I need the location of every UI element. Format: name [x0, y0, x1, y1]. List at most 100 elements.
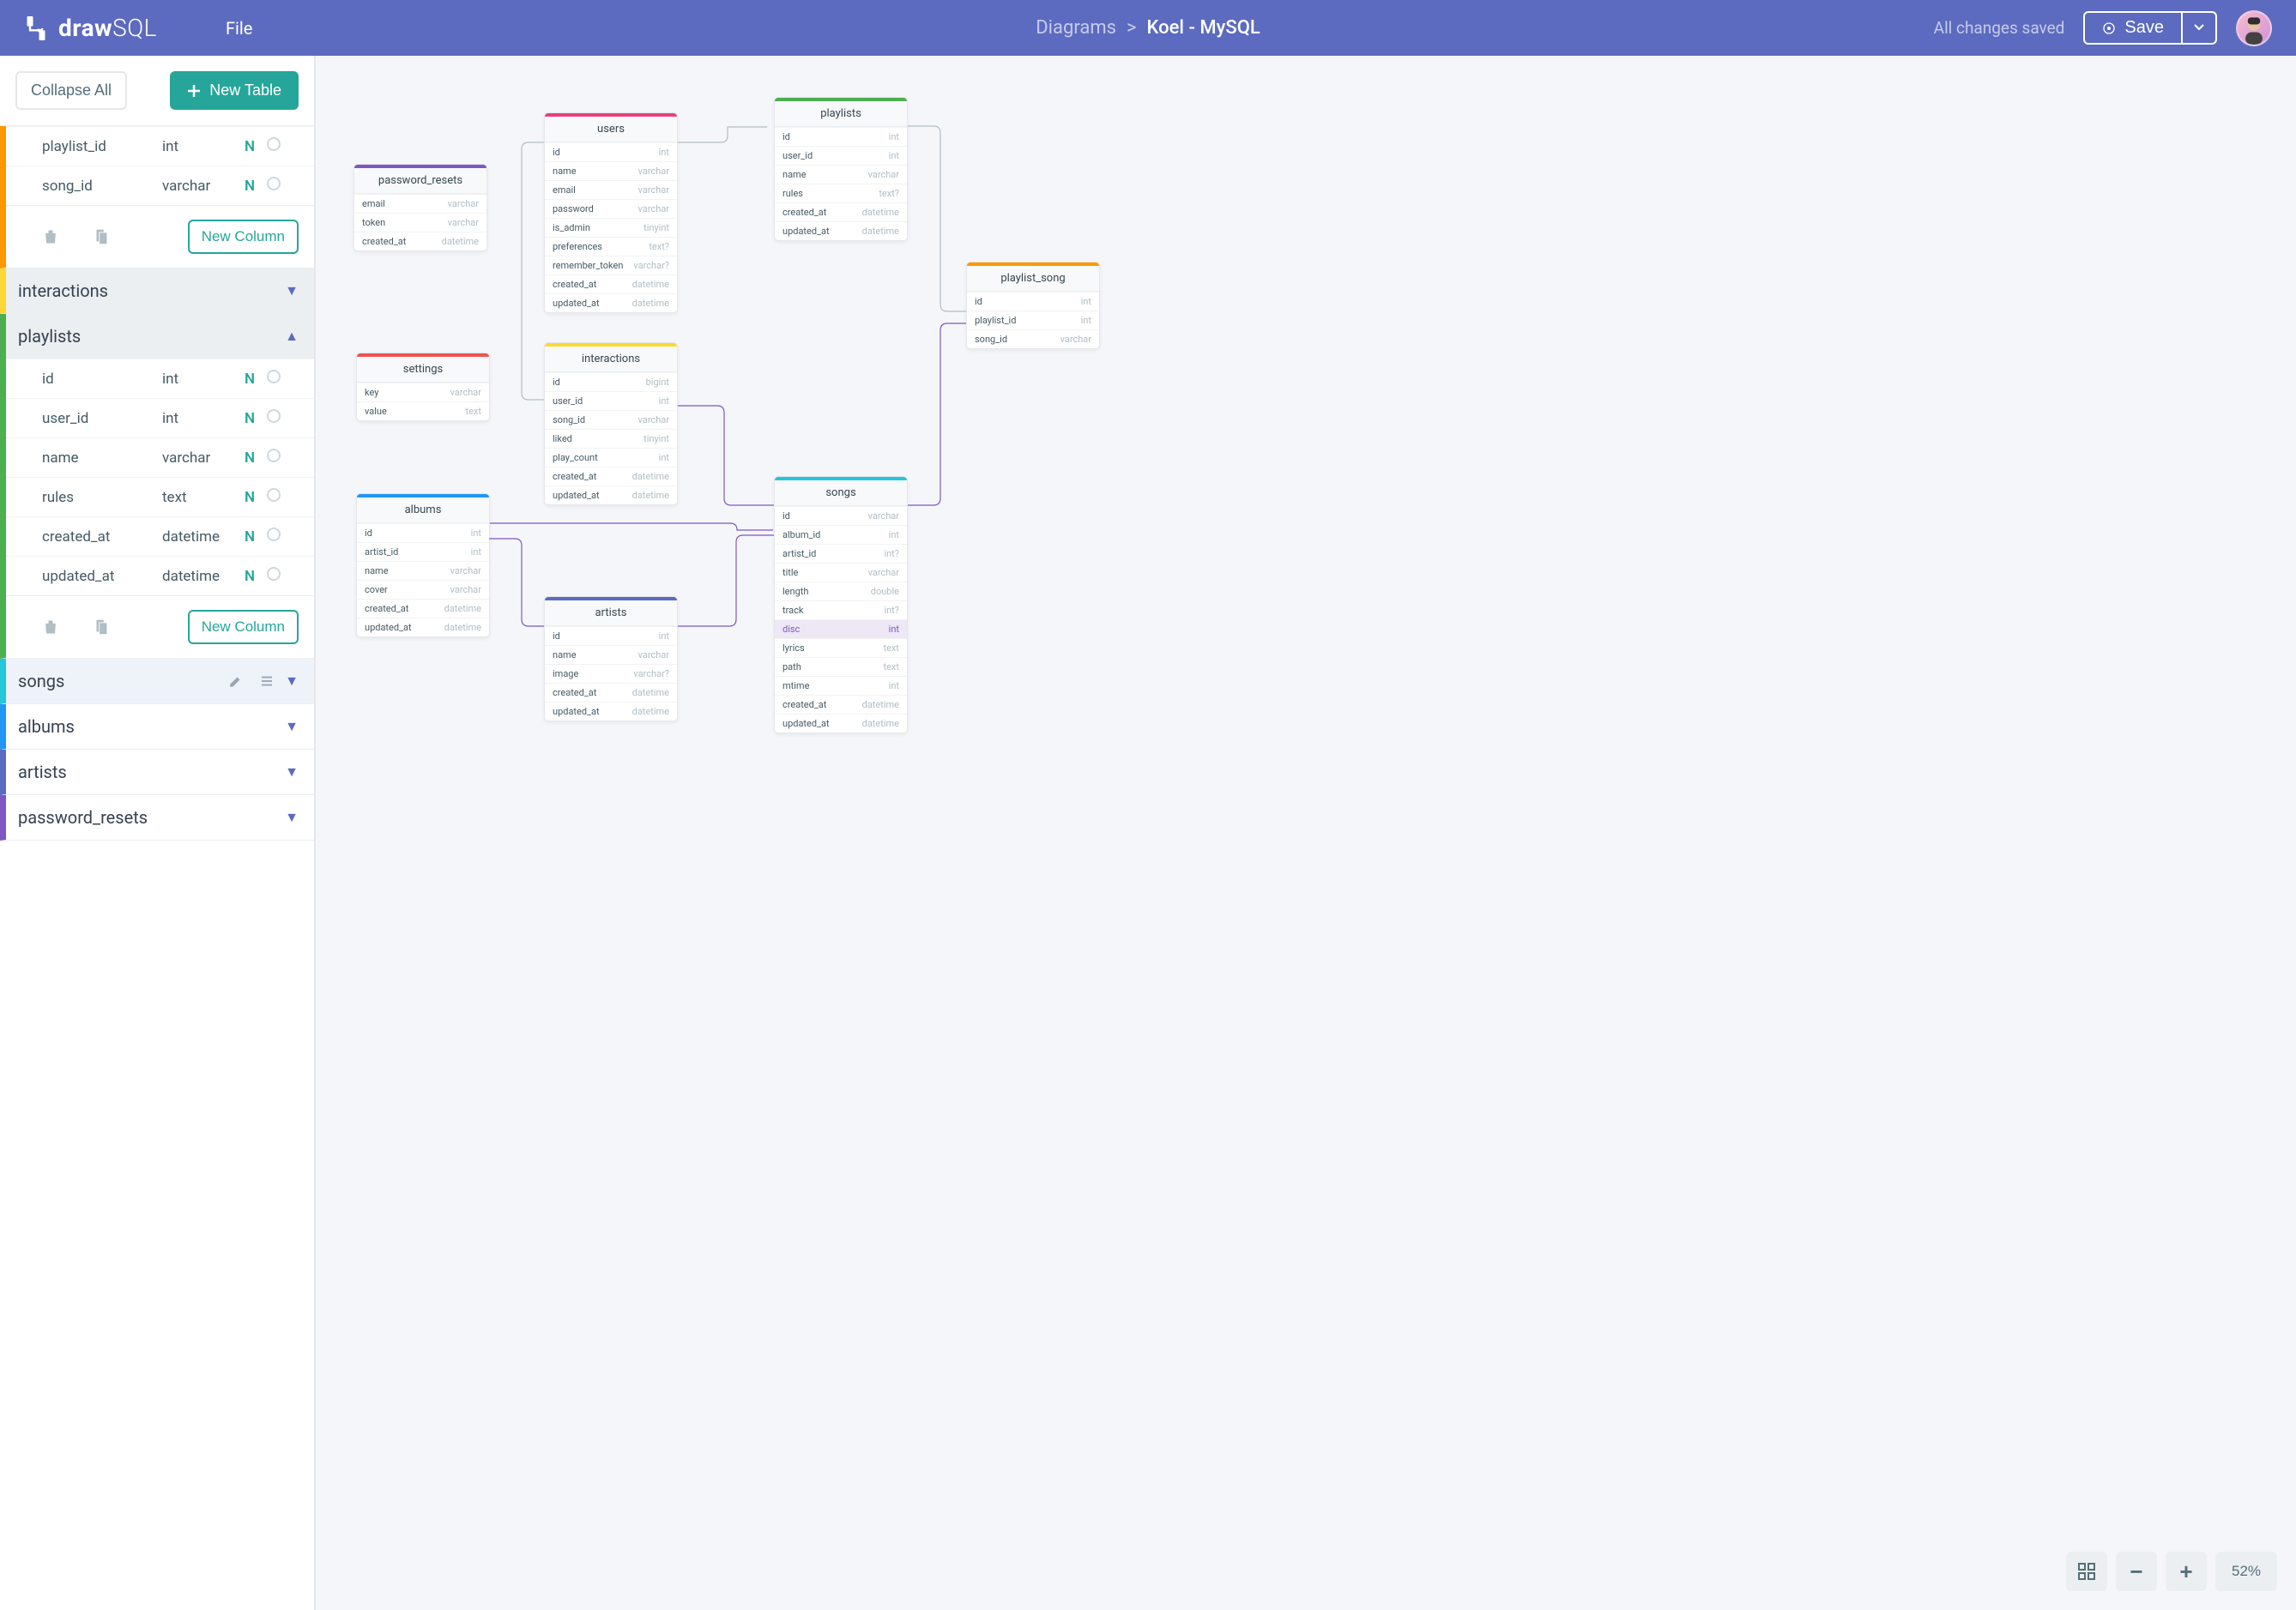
table-column[interactable]: emailvarchar — [545, 180, 677, 199]
zoom-out-button[interactable]: − — [2116, 1552, 2157, 1591]
table-column[interactable]: tokenvarchar — [354, 213, 486, 232]
column-row[interactable]: song_id varchar N — [6, 166, 314, 205]
table-playlists[interactable]: playlistsidintuser_idintnamevarcharrules… — [774, 97, 908, 241]
column-row[interactable]: updated_at datetime N — [6, 556, 314, 595]
column-row[interactable]: name varchar N — [6, 437, 314, 477]
table-name[interactable]: songs — [775, 480, 907, 506]
table-column[interactable]: mtimeint — [775, 676, 907, 695]
column-row[interactable]: user_id int N — [6, 398, 314, 437]
column-radio[interactable] — [267, 370, 286, 388]
table-column[interactable]: created_atdatetime — [545, 683, 677, 702]
table-column[interactable]: pathtext — [775, 657, 907, 676]
table-column[interactable]: updated_atdatetime — [545, 485, 677, 504]
delete-icon[interactable] — [42, 227, 59, 246]
table-name[interactable]: playlist_song — [967, 266, 1099, 292]
sidebar-head-songs[interactable]: songs ▼ — [6, 659, 314, 703]
column-radio[interactable] — [267, 137, 286, 155]
table-interactions[interactable]: interactionsidbigintuser_idintsong_idvar… — [544, 342, 678, 505]
table-column[interactable]: created_atdatetime — [775, 202, 907, 221]
app-logo[interactable]: drawSQL — [24, 14, 157, 43]
table-column[interactable]: lyricstext — [775, 638, 907, 657]
table-column[interactable]: user_idint — [545, 391, 677, 410]
table-name[interactable]: password_resets — [354, 168, 486, 194]
list-icon[interactable] — [259, 673, 275, 689]
clone-icon[interactable] — [92, 618, 111, 636]
table-column[interactable]: created_atdatetime — [354, 232, 486, 250]
table-column[interactable]: album_idint — [775, 525, 907, 544]
table-column[interactable]: idvarchar — [775, 506, 907, 525]
table-column[interactable]: rulestext? — [775, 184, 907, 202]
sidebar-list[interactable]: playlist_id int N song_id varchar N New … — [0, 126, 314, 1610]
table-settings[interactable]: settingskeyvarcharvaluetext — [356, 353, 490, 421]
table-column[interactable]: passwordvarchar — [545, 199, 677, 218]
table-name[interactable]: albums — [357, 497, 489, 523]
table-column[interactable]: valuetext — [357, 401, 489, 420]
column-row[interactable]: playlist_id int N — [6, 126, 314, 166]
table-column[interactable]: created_atdatetime — [545, 274, 677, 293]
table-column[interactable]: remember_tokenvarchar? — [545, 256, 677, 274]
table-playlist_song[interactable]: playlist_songidintplaylist_idintsong_idv… — [966, 262, 1100, 349]
sidebar-head-artists[interactable]: artists ▼ — [6, 750, 314, 794]
column-radio[interactable] — [267, 488, 286, 506]
table-name[interactable]: users — [545, 117, 677, 142]
table-column[interactable]: is_admintinyint — [545, 218, 677, 237]
table-column[interactable]: namevarchar — [357, 561, 489, 580]
sidebar-head-interactions[interactable]: interactions ▼ — [6, 268, 314, 313]
table-column[interactable]: updated_atdatetime — [775, 221, 907, 240]
breadcrumb-link-diagrams[interactable]: Diagrams — [1036, 17, 1116, 39]
collapse-all-button[interactable]: Collapse All — [15, 71, 127, 110]
table-name[interactable]: settings — [357, 357, 489, 383]
table-name[interactable]: artists — [545, 600, 677, 626]
table-column[interactable]: artist_idint? — [775, 544, 907, 563]
table-column[interactable]: artist_idint — [357, 542, 489, 561]
table-column[interactable]: song_idvarchar — [545, 410, 677, 429]
file-menu[interactable]: File — [226, 18, 252, 39]
table-column[interactable]: updated_atdatetime — [545, 293, 677, 312]
table-albums[interactable]: albumsidintartist_idintnamevarcharcoverv… — [356, 493, 490, 637]
clone-icon[interactable] — [92, 227, 111, 246]
table-column[interactable]: user_idint — [775, 146, 907, 165]
column-row[interactable]: id int N — [6, 359, 314, 398]
table-column[interactable]: namevarchar — [545, 161, 677, 180]
table-password_resets[interactable]: password_resetsemailvarchartokenvarcharc… — [353, 164, 487, 251]
table-column[interactable]: trackint? — [775, 600, 907, 619]
table-songs[interactable]: songsidvarcharalbum_idintartist_idint?ti… — [774, 476, 908, 733]
table-column[interactable]: namevarchar — [545, 645, 677, 664]
table-column[interactable]: created_atdatetime — [545, 467, 677, 485]
table-column[interactable]: idint — [357, 523, 489, 542]
table-column[interactable]: song_idvarchar — [967, 329, 1099, 348]
save-button[interactable]: Save — [2083, 11, 2183, 45]
table-column[interactable]: created_atdatetime — [357, 599, 489, 618]
table-name[interactable]: interactions — [545, 347, 677, 372]
zoom-level[interactable]: 52% — [2215, 1552, 2277, 1591]
column-row[interactable]: created_at datetime N — [6, 516, 314, 556]
table-column[interactable]: idint — [545, 626, 677, 645]
table-column[interactable]: idint — [545, 142, 677, 161]
table-users[interactable]: usersidintnamevarcharemailvarcharpasswor… — [544, 112, 678, 313]
table-name[interactable]: playlists — [775, 101, 907, 127]
column-row[interactable]: rules text N — [6, 477, 314, 516]
new-table-button[interactable]: New Table — [170, 71, 299, 110]
table-column[interactable]: imagevarchar? — [545, 664, 677, 683]
diagram-canvas[interactable]: playlist_songidintplaylist_idintsong_idv… — [316, 56, 2296, 1610]
new-column-button[interactable]: New Column — [188, 220, 299, 254]
table-column[interactable]: discint — [775, 619, 907, 638]
table-column[interactable]: likedtinyint — [545, 429, 677, 448]
table-column[interactable]: titlevarchar — [775, 563, 907, 582]
table-column[interactable]: idbigint — [545, 372, 677, 391]
table-column[interactable]: namevarchar — [775, 165, 907, 184]
sidebar-head-playlists[interactable]: playlists ▲ — [6, 314, 314, 359]
column-radio[interactable] — [267, 449, 286, 467]
zoom-in-button[interactable]: + — [2166, 1552, 2207, 1591]
save-dropdown-button[interactable] — [2183, 11, 2217, 45]
table-column[interactable]: playlist_idint — [967, 311, 1099, 329]
table-artists[interactable]: artistsidintnamevarcharimagevarchar?crea… — [544, 596, 678, 721]
user-avatar[interactable] — [2236, 10, 2272, 46]
table-column[interactable]: idint — [775, 127, 907, 146]
table-column[interactable]: covervarchar — [357, 580, 489, 599]
table-column[interactable]: created_atdatetime — [775, 695, 907, 714]
new-column-button[interactable]: New Column — [188, 610, 299, 644]
grid-view-button[interactable] — [2066, 1552, 2107, 1591]
sidebar-head-password-resets[interactable]: password_resets ▼ — [6, 795, 314, 840]
column-radio[interactable] — [267, 177, 286, 195]
